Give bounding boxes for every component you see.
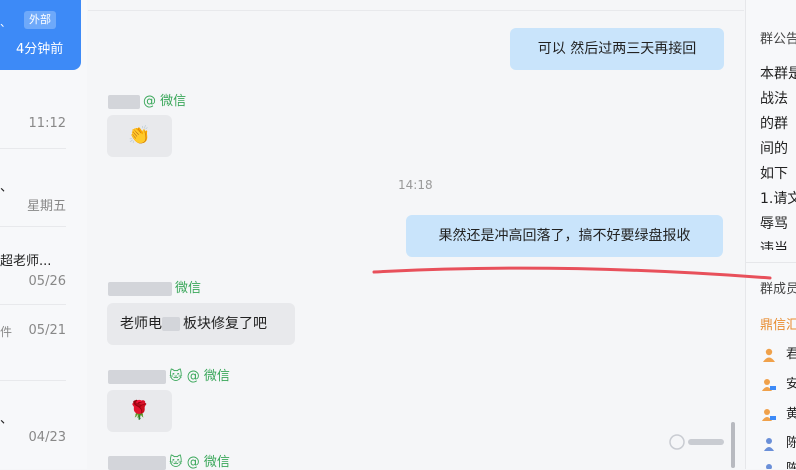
conversation-item[interactable]: 超老师... 05/26 [0,228,80,304]
announcement-line: 如下 [760,166,788,182]
message-bubble-incoming[interactable]: 老师电 板块修复了吧 [107,303,295,345]
person-icon [762,463,776,469]
announcement-line: 1.请文 [760,191,796,207]
top-divider [88,10,744,11]
announcement-line: 战法 [760,91,788,107]
panel-divider [746,262,796,263]
conversation-item[interactable]: 11:12 [0,70,80,148]
conversation-item[interactable]: 、 04/23 [0,382,80,469]
blurred-name [108,455,166,470]
group-info-panel: 群公告 本群是 战法 的群 间的 如下 1.请文 辱骂 违当 群成员 鼎信汇 君… [745,0,796,469]
announcement-line: 本群是 [760,66,796,82]
person-pc-icon [762,408,776,422]
conversation-item[interactable]: 件 05/21 [0,306,80,380]
blurred-name [108,281,172,296]
conversation-name: 、 [0,180,14,195]
member-company[interactable]: 鼎信汇 [760,314,796,333]
conversation-time: 05/26 [28,274,66,289]
message-sender: @ 微信 [108,90,186,109]
conversation-time: 05/21 [28,323,66,338]
external-badge: 外部 [24,11,56,29]
conversation-name: 、 [0,412,14,427]
member-item[interactable]: 陈 [762,432,796,451]
message-bubble-incoming[interactable]: 👏 [107,115,172,157]
message-sender: 🐱 @ 微信 [108,451,230,470]
conversation-time: 04/23 [28,430,66,445]
conversation-preview: 件 [0,325,13,339]
blurred-name [108,94,140,109]
conversation-name: 、 [0,16,11,29]
conversation-time: 11:12 [28,116,66,131]
blurred-text [162,317,180,331]
conversation-list: 、 外部 4分钟前 11:12 、 星期五 超老师... 05/26 件 05/… [0,0,87,469]
divider [0,148,66,149]
message-sender: 微信 [108,277,201,296]
conversation-item[interactable]: 、 星期五 [0,150,80,226]
conversation-time: 4分钟前 [16,42,64,57]
members-title: 群成员 [760,282,796,297]
clap-emoji-icon: 👏 [128,125,151,146]
chat-area: 可以 然后过两三天再接回 @ 微信 👏 14:18 果然还是冲高回落了，搞不好要… [88,0,744,470]
chat-scrollbar[interactable] [731,422,735,468]
person-icon [762,348,776,362]
divider [0,226,66,227]
divider [0,380,66,381]
message-sender: 🐱 @ 微信 [108,365,230,384]
announcement-line: 间的 [760,141,788,157]
announcement-line: 的群 [760,116,788,132]
blurred-name [108,369,166,384]
person-icon [762,437,776,451]
rose-emoji-icon: 🌹 [128,400,151,421]
person-pc-icon [762,378,776,392]
member-item[interactable]: 安 [762,373,796,392]
conversation-name: 超老师... [0,254,52,269]
divider [0,304,66,305]
member-item[interactable]: 黄 [762,403,796,422]
announcement-title: 群公告 [760,32,796,47]
member-item[interactable]: 君 [762,343,796,362]
message-bubble-incoming[interactable]: 🌹 [107,390,172,432]
message-bubble-outgoing[interactable]: 可以 然后过两三天再接回 [510,28,724,70]
conversation-time: 星期五 [26,199,66,214]
watermark-logo [669,434,724,450]
message-bubble-outgoing[interactable]: 果然还是冲高回落了，搞不好要绿盘报收 [406,215,723,257]
announcement-line: 辱骂 [760,216,788,232]
conversation-item-active[interactable]: 、 外部 4分钟前 [0,0,81,70]
announcement-line: 违当 [760,241,788,250]
message-timestamp: 14:18 [398,178,433,192]
member-item[interactable]: 陈 [762,458,796,469]
